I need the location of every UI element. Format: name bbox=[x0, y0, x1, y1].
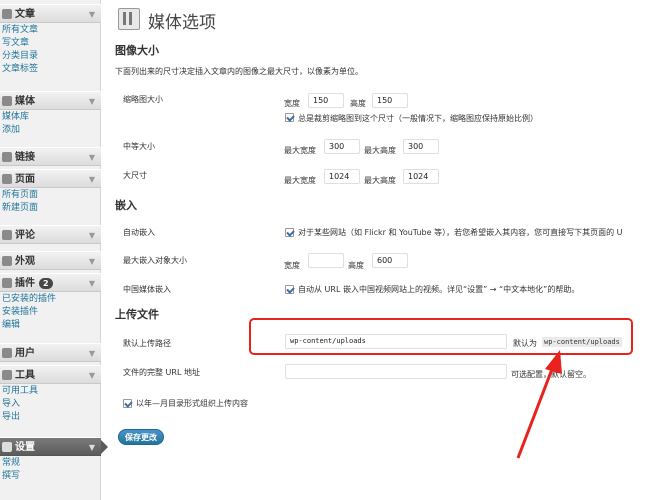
sidebar-subitem[interactable]: 导入 bbox=[0, 398, 20, 411]
chevron-down-icon[interactable]: ▼ bbox=[89, 274, 95, 293]
appearance-icon bbox=[2, 256, 12, 266]
sidebar-subitem[interactable]: 撰写 bbox=[0, 470, 20, 483]
sidebar-subitem[interactable]: 新建页面 bbox=[0, 202, 38, 215]
sidebar-menu-label: 文章 bbox=[15, 9, 35, 20]
sidebar-subitem[interactable]: 添加 bbox=[0, 124, 20, 137]
tools-icon bbox=[2, 370, 12, 380]
annotation-arrow bbox=[516, 350, 562, 459]
sidebar-subitem[interactable]: 安装插件 bbox=[0, 306, 38, 319]
sidebar-menu-label: 页面 bbox=[15, 174, 35, 185]
users-icon bbox=[2, 348, 12, 358]
sidebar-menu-6[interactable]: 插件 2 ▼ bbox=[0, 273, 101, 292]
pin-icon bbox=[2, 9, 12, 19]
sidebar-subitem[interactable]: 可用工具 bbox=[0, 385, 38, 398]
page-icon bbox=[2, 174, 12, 184]
sidebar-menu-1[interactable]: 媒体 ▼ bbox=[0, 91, 101, 110]
chevron-down-icon[interactable]: ▼ bbox=[89, 5, 95, 24]
sidebar-menu-0[interactable]: 文章 ▼ bbox=[0, 4, 101, 23]
sidebar-subitem[interactable]: 导出 bbox=[0, 411, 20, 424]
sidebar-subitem[interactable]: 所有页面 bbox=[0, 189, 38, 202]
update-count-badge: 2 bbox=[39, 278, 53, 289]
link-icon bbox=[2, 152, 12, 162]
plugin-icon bbox=[2, 278, 12, 288]
sidebar-subitem[interactable]: 分类目录 bbox=[0, 50, 38, 63]
sidebar-menu-5[interactable]: 外观 ▼ bbox=[0, 251, 101, 270]
sidebar-menu-label: 媒体 bbox=[15, 96, 35, 107]
chevron-down-icon[interactable]: ▼ bbox=[89, 92, 95, 111]
comment-icon bbox=[2, 230, 12, 240]
sidebar-menu-label: 链接 bbox=[15, 152, 35, 163]
sidebar-menu-9[interactable]: 设置 ▼ bbox=[0, 437, 108, 457]
sidebar-menu-label: 评论 bbox=[15, 230, 35, 241]
sidebar-menu-7[interactable]: 用户 ▼ bbox=[0, 343, 101, 362]
sidebar-subitem[interactable]: 常规 bbox=[0, 457, 20, 470]
sidebar-menu-label: 外观 bbox=[15, 256, 35, 267]
settings-icon bbox=[2, 442, 12, 452]
chevron-down-icon[interactable]: ▼ bbox=[89, 252, 95, 271]
chevron-down-icon[interactable]: ▼ bbox=[89, 148, 95, 167]
media-icon bbox=[2, 96, 12, 106]
sidebar-menu-label: 设置 bbox=[15, 442, 35, 453]
sidebar-subitem[interactable]: 文章标签 bbox=[0, 63, 38, 76]
sidebar-menu-2[interactable]: 链接 ▼ bbox=[0, 147, 101, 166]
sidebar-menu-label: 用户 bbox=[15, 348, 35, 359]
sidebar-menu-4[interactable]: 评论 ▼ bbox=[0, 225, 101, 244]
sidebar-subitem[interactable]: 写文章 bbox=[0, 37, 29, 50]
sidebar-subitem[interactable]: 所有文章 bbox=[0, 24, 38, 37]
admin-sidebar: 文章 ▼ 所有文章 写文章 分类目录 文章标签媒体 ▼ 媒体库 添加链接 ▼ 页面 ▼ 所有页面 新建页面… bbox=[0, 0, 108, 500]
sidebar-menu-label: 插件 bbox=[15, 278, 35, 289]
chevron-down-icon[interactable]: ▼ bbox=[89, 366, 95, 385]
main-content: 媒体选项 图像大小 下面列出来的尺寸决定插入文章内的图像之最大尺寸，以像素为单位… bbox=[101, 0, 655, 500]
sidebar-subitem[interactable]: 编辑 bbox=[0, 319, 20, 332]
sidebar-menu-label: 工具 bbox=[15, 370, 35, 381]
chevron-down-icon[interactable]: ▼ bbox=[89, 344, 95, 363]
sidebar-subitem[interactable]: 已安装的插件 bbox=[0, 293, 56, 306]
chevron-down-icon[interactable]: ▼ bbox=[89, 170, 95, 189]
sidebar-subitem[interactable]: 媒体库 bbox=[0, 111, 29, 124]
sidebar-menu-3[interactable]: 页面 ▼ bbox=[0, 169, 101, 188]
sidebar-menu-8[interactable]: 工具 ▼ bbox=[0, 365, 101, 384]
chevron-down-icon[interactable]: ▼ bbox=[89, 226, 95, 245]
chevron-down-icon[interactable]: ▼ bbox=[89, 438, 95, 457]
